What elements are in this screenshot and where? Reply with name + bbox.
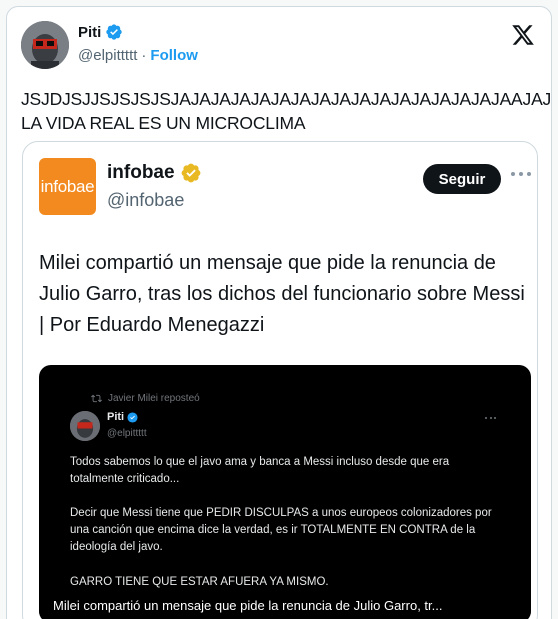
more-options-icon[interactable] xyxy=(511,172,531,178)
image-caption: Milei compartió un mensaje que pide la r… xyxy=(39,589,531,619)
follow-button[interactable]: Follow xyxy=(150,47,198,64)
infobae-name-text[interactable]: infobae xyxy=(107,162,175,184)
more-dot xyxy=(519,172,523,176)
more-dot xyxy=(511,172,515,176)
article-image[interactable]: Javier Milei reposteó Piti @elpittttt To… xyxy=(39,365,531,619)
embedded-author-name-text: Piti xyxy=(107,411,125,423)
infobae-name[interactable]: infobae xyxy=(107,162,202,184)
embedded-author-name: Piti xyxy=(107,411,138,423)
verified-badge-icon xyxy=(127,411,138,423)
author-handle[interactable]: @elpittttt xyxy=(78,47,137,64)
infobae-logo[interactable]: infobae xyxy=(39,158,96,215)
article-headline[interactable]: Milei compartió un mensaje que pide la r… xyxy=(39,248,535,341)
embedded-author-handle: @elpittttt xyxy=(107,428,147,439)
quoted-link-card[interactable]: infobae infobae @infobae Seguir Milei co… xyxy=(22,141,538,619)
tweet-text: JSJDJSJJSJSJSJSJAJAJAJAJAJAJAJAJAJAJAJAJ… xyxy=(21,89,552,133)
author-name[interactable]: Piti xyxy=(78,23,123,41)
verified-badge-icon xyxy=(106,24,123,40)
more-dot xyxy=(485,417,487,419)
tweet-embed-card: Piti @elpittttt · Follow JSJDJSJJSJSJSJS… xyxy=(6,6,552,619)
embedded-author-avatar xyxy=(70,411,100,441)
x-logo-icon[interactable] xyxy=(511,23,535,47)
reposted-by-text: Javier Milei reposteó xyxy=(108,393,200,404)
separator-dot: · xyxy=(141,47,147,64)
seguir-button[interactable]: Seguir xyxy=(423,164,501,194)
gold-verified-badge-icon xyxy=(181,163,200,183)
author-name-text[interactable]: Piti xyxy=(78,24,101,41)
infobae-handle[interactable]: @infobae xyxy=(107,190,184,211)
more-dot xyxy=(489,417,492,419)
embedded-paragraph: Decir que Messi tiene que PEDIR DISCULPA… xyxy=(70,507,492,553)
more-dot xyxy=(527,172,531,176)
author-avatar[interactable] xyxy=(21,21,69,69)
embedded-paragraph: Todos sabemos lo que el javo ama y banca… xyxy=(70,456,450,485)
repost-row: Javier Milei reposteó xyxy=(91,393,200,404)
more-dot xyxy=(494,417,496,419)
repost-icon xyxy=(91,394,102,403)
author-handle-row: @elpittttt · Follow xyxy=(78,47,198,64)
embedded-more-icon xyxy=(485,417,496,419)
